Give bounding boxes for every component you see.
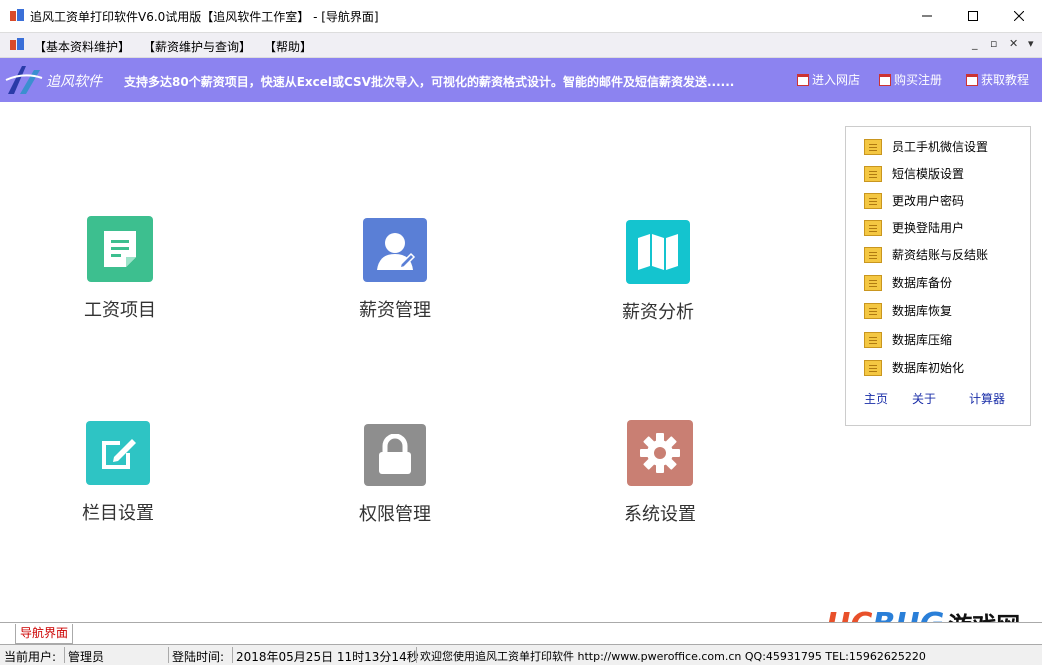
brand-name: 追风软件 [46, 74, 102, 90]
calculator-link[interactable]: 计算器 [969, 390, 1005, 407]
tile-salary-management[interactable]: 薪资管理 [345, 218, 445, 322]
current-user-value: 管理员 [68, 650, 105, 664]
note-icon [864, 274, 882, 291]
minimize-button[interactable] [904, 0, 950, 32]
status-bar: 当前用户: 管理员 登陆时间: 2018年05月25日 11时13分14秒 欢迎… [0, 644, 1042, 665]
side-item-label: 数据库初始化 [892, 361, 965, 375]
tile-column-settings[interactable]: 栏目设置 [68, 421, 168, 525]
side-item-label: 数据库备份 [892, 276, 953, 290]
login-time-value: 2018年05月25日 11时13分14秒 [236, 650, 419, 664]
calendar-icon [879, 73, 891, 86]
home-link[interactable]: 主页 [864, 390, 888, 407]
tile-salary-analysis[interactable]: 薪资分析 [608, 220, 708, 324]
tile-column-settings-label: 栏目设置 [82, 503, 154, 524]
side-item-label: 短信模版设置 [892, 167, 965, 181]
side-item-label: 更换登陆用户 [892, 221, 965, 235]
map-icon [626, 220, 690, 284]
user-edit-icon [363, 218, 427, 282]
minimize-icon [922, 15, 932, 17]
current-user-label: 当前用户: [4, 650, 57, 664]
tile-salary-items-label: 工资项目 [84, 300, 156, 321]
status-divider [168, 647, 169, 663]
maximize-button[interactable] [950, 0, 996, 32]
mdi-minimize-button[interactable]: _ [972, 37, 978, 50]
note-icon [864, 165, 882, 182]
slogan-text: 支持多达80个薪资项目，快速从Excel或CSV批次导入，可视化的薪资格式设计。… [124, 75, 735, 89]
note-icon [864, 331, 882, 348]
note-icon [864, 246, 882, 263]
tile-permission-management-label: 权限管理 [359, 504, 431, 525]
close-button[interactable] [996, 0, 1042, 32]
close-icon [1014, 11, 1024, 21]
side-item-label: 数据库压缩 [892, 333, 953, 347]
note-icon [864, 192, 882, 209]
side-item-db-backup[interactable]: 数据库备份 [864, 274, 952, 291]
note-icon [864, 359, 882, 376]
lock-icon [364, 424, 426, 486]
menu-salary-query[interactable]: 【薪资维护与查询】 [143, 38, 251, 55]
side-item-label: 数据库恢复 [892, 304, 953, 318]
about-link[interactable]: 关于 [912, 390, 936, 407]
logo-icon [5, 66, 43, 94]
app-icon [10, 9, 24, 21]
quick-actions-panel: 员工手机微信设置 短信模版设置 更改用户密码 更换登陆用户 薪资结账与反结账 数… [845, 126, 1031, 426]
side-item-db-restore[interactable]: 数据库恢复 [864, 302, 952, 319]
status-divider [232, 647, 233, 663]
tile-system-settings[interactable]: 系统设置 [610, 420, 710, 526]
menu-basic-data[interactable]: 【基本资料维护】 [34, 38, 130, 55]
maximize-icon [968, 11, 978, 21]
side-item-db-init[interactable]: 数据库初始化 [864, 359, 964, 376]
calendar-icon [966, 73, 978, 86]
note-icon [864, 302, 882, 319]
side-item-label: 更改用户密码 [892, 194, 965, 208]
side-item-closing[interactable]: 薪资结账与反结账 [864, 246, 988, 263]
welcome-text: 欢迎您使用追风工资单打印软件 http://www.pweroffice.com… [420, 650, 926, 663]
tile-salary-management-label: 薪资管理 [359, 300, 431, 321]
title-bar: 追风工资单打印软件V6.0试用版【追风软件工作室】 - [导航界面] [0, 0, 1042, 33]
status-divider [64, 647, 65, 663]
tutorial-link[interactable]: 获取教程 [966, 71, 1029, 88]
side-item-sms-template[interactable]: 短信模版设置 [864, 165, 964, 182]
window-title: 追风工资单打印软件V6.0试用版【追风软件工作室】 - [导航界面] [30, 10, 379, 24]
menu-help[interactable]: 【帮助】 [264, 38, 312, 55]
tab-navigation[interactable]: 导航界面 [15, 624, 74, 644]
shop-link[interactable]: 进入网店 [797, 71, 860, 88]
side-item-change-password[interactable]: 更改用户密码 [864, 192, 964, 209]
tile-salary-analysis-label: 薪资分析 [622, 302, 694, 323]
note-icon [864, 138, 882, 155]
mdi-app-icon [10, 38, 24, 50]
tile-permission-management[interactable]: 权限管理 [345, 424, 445, 526]
document-tab-bar: 导航界面 [0, 622, 1042, 645]
side-item-db-compress[interactable]: 数据库压缩 [864, 331, 952, 348]
register-link-label: 购买注册 [894, 73, 943, 87]
login-time-label: 登陆时间: [172, 650, 225, 664]
tile-system-settings-label: 系统设置 [624, 504, 696, 525]
edit-icon [86, 421, 150, 485]
side-item-label: 员工手机微信设置 [892, 140, 989, 154]
register-link[interactable]: 购买注册 [879, 71, 942, 88]
mdi-menu-button[interactable]: ▾ [1028, 37, 1034, 50]
gear-icon [627, 420, 693, 486]
status-divider [416, 647, 417, 663]
shop-link-label: 进入网店 [812, 73, 861, 87]
banner: 追风软件 支持多达80个薪资项目，快速从Excel或CSV批次导入，可视化的薪资… [0, 58, 1042, 102]
side-item-wechat-settings[interactable]: 员工手机微信设置 [864, 138, 988, 155]
note-icon [864, 219, 882, 236]
tile-salary-items[interactable]: 工资项目 [70, 216, 170, 322]
document-icon [87, 216, 153, 282]
side-item-label: 薪资结账与反结账 [892, 248, 989, 262]
mdi-close-button[interactable]: ✕ [1009, 37, 1018, 50]
calendar-icon [797, 73, 809, 86]
tutorial-link-label: 获取教程 [981, 73, 1030, 87]
menu-bar: 【基本资料维护】 【薪资维护与查询】 【帮助】 _ ▫ ✕ ▾ [0, 33, 1042, 58]
mdi-restore-button[interactable]: ▫ [990, 37, 997, 50]
side-item-switch-user[interactable]: 更换登陆用户 [864, 219, 964, 236]
